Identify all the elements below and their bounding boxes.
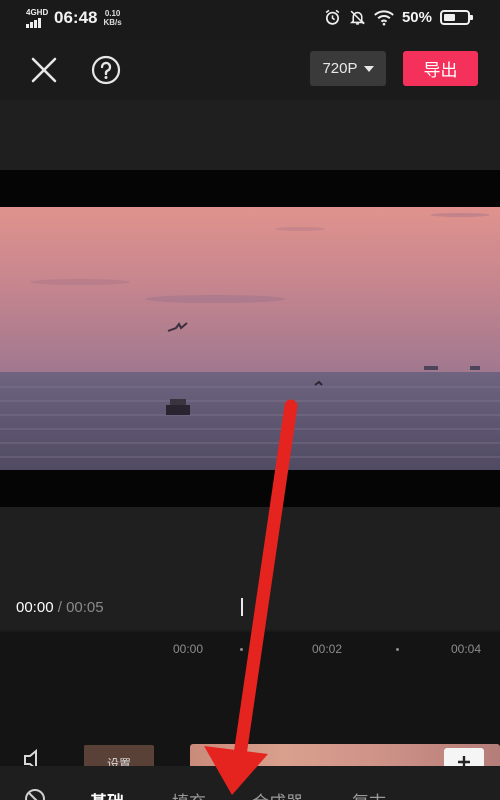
ruler-label: 00:00	[173, 642, 204, 656]
tab-compositor[interactable]: 合成器	[252, 788, 303, 800]
signal-icon: 4GHD	[26, 7, 49, 28]
resolution-dropdown[interactable]: 720P	[310, 51, 386, 86]
status-left: 4GHD 06:48 0.10 KB/s	[26, 8, 122, 28]
battery-percent: 50%	[401, 9, 432, 26]
editor-top-bar: 720P 导出	[0, 40, 500, 100]
close-button[interactable]	[28, 54, 60, 86]
export-label: 导出	[423, 61, 458, 80]
video-preview[interactable]	[0, 207, 500, 470]
total-time: 00:05	[66, 599, 104, 616]
network-type: 4GHD	[26, 7, 49, 17]
help-icon	[91, 55, 121, 85]
battery-icon	[440, 10, 473, 25]
mute-bell-icon	[349, 10, 366, 25]
letterbox-bottom	[0, 470, 500, 507]
tab-fill[interactable]: 填充	[172, 788, 206, 800]
ruler-tick	[240, 648, 243, 651]
clock: 06:48	[54, 8, 98, 27]
ruler-tick	[396, 648, 399, 651]
time-separator: /	[57, 599, 62, 616]
speed-unit: KB/s	[103, 18, 122, 27]
ruler-label: 00:04	[451, 642, 482, 656]
help-button[interactable]	[90, 54, 122, 86]
sunset-sea-frame	[0, 207, 500, 470]
filter-tabs-bar: 基础 填充 合成器 复古	[0, 766, 500, 800]
caret-down-icon	[363, 65, 374, 72]
tab-retro[interactable]: 复古	[352, 788, 386, 800]
network-speed: 0.10 KB/s	[103, 9, 121, 27]
resolution-label: 720P	[322, 60, 358, 77]
alarm-icon	[325, 9, 340, 25]
tab-basic[interactable]: 基础	[90, 788, 124, 800]
speed-value: 0.10	[104, 9, 121, 18]
timecode: 00:00 / 00:05	[16, 599, 104, 616]
export-button[interactable]: 导出	[403, 51, 478, 86]
wifi-icon	[374, 10, 394, 26]
letterbox-top	[0, 170, 500, 207]
current-time: 00:00	[16, 599, 54, 616]
playhead[interactable]	[241, 598, 243, 616]
no-filter-icon[interactable]	[24, 788, 46, 800]
status-right: 50%	[324, 9, 473, 26]
close-icon	[31, 57, 57, 83]
ruler-label: 00:02	[312, 642, 343, 656]
status-bar: 4GHD 06:48 0.10 KB/s 50%	[0, 0, 500, 40]
